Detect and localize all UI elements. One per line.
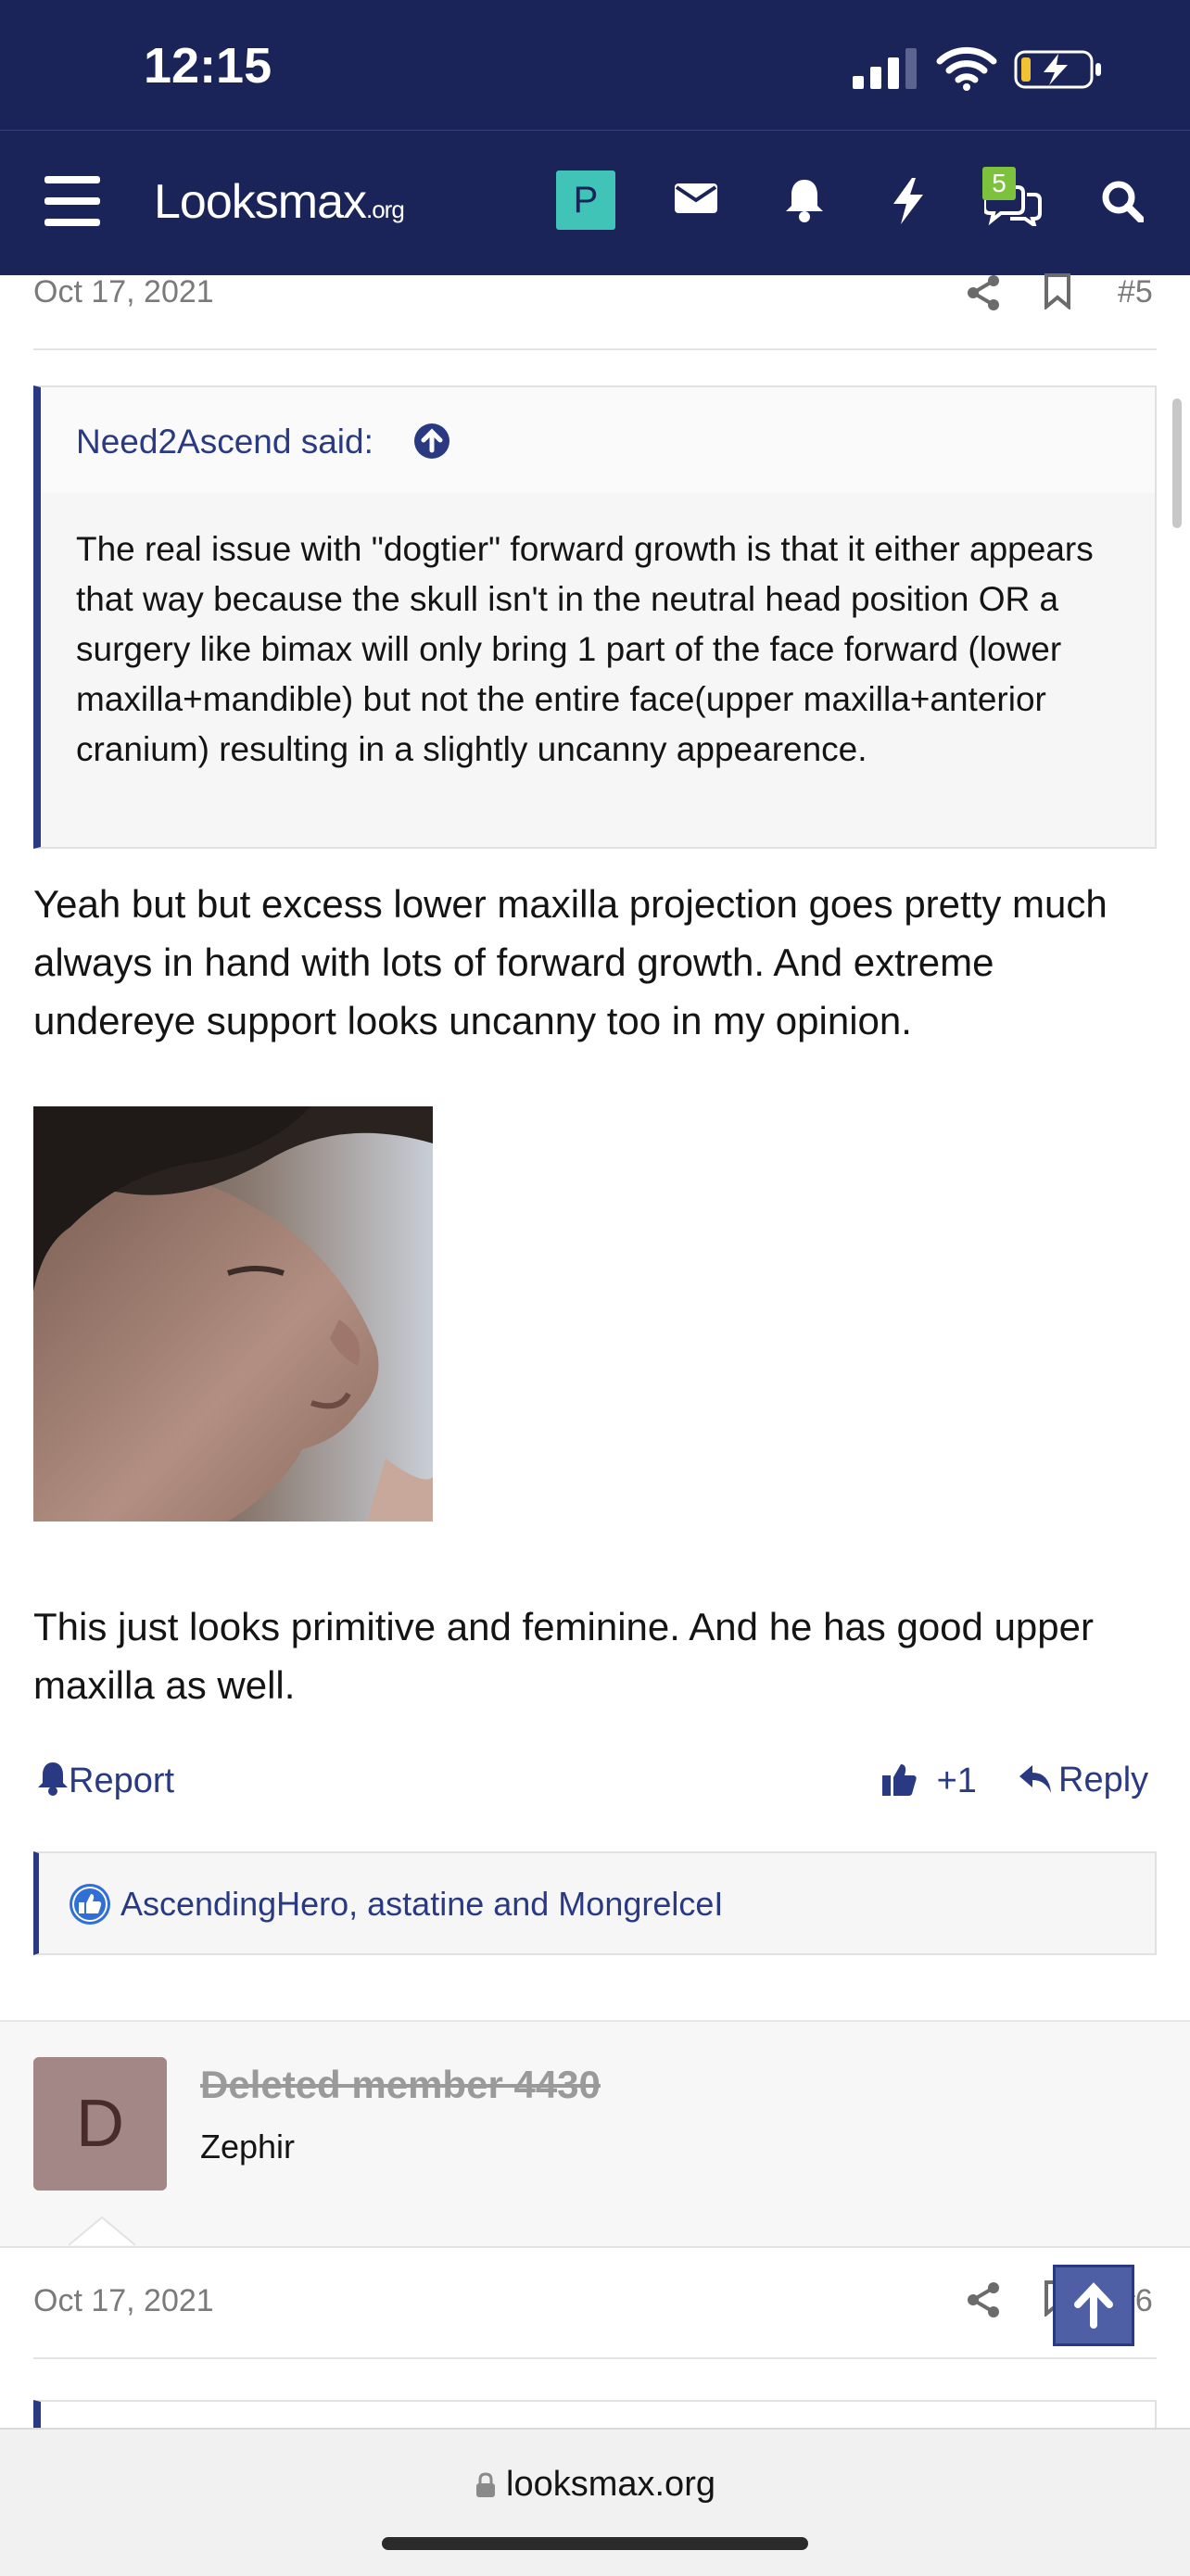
divider: [33, 2357, 1157, 2359]
member-name[interactable]: Deleted member 4430: [200, 2063, 601, 2107]
conversations-badge: 5: [982, 167, 1016, 200]
post-text-2: This just looks primitive and feminine. …: [33, 1605, 1094, 1707]
reactions-bar: AscendingHero, astatine and MongrelcеI: [33, 1851, 1157, 1955]
arrow-up-icon: [1074, 2282, 1113, 2329]
post-text: Yeah but but excess lower maxilla projec…: [33, 882, 1108, 1042]
user-avatar[interactable]: P: [556, 170, 615, 230]
report-button[interactable]: Report: [37, 1761, 174, 1801]
whats-new-icon[interactable]: [892, 178, 925, 224]
logo-text: Lᴏᴏksmax: [154, 175, 367, 229]
post-date[interactable]: Oct 17, 2021: [33, 2283, 214, 2319]
quote-header: Need2Ascend said:: [41, 387, 1155, 493]
member-title: Zephir: [200, 2128, 296, 2166]
attached-image[interactable]: [33, 1106, 433, 1522]
bell-icon[interactable]: [784, 178, 825, 222]
arrow-up-circle-icon[interactable]: [413, 423, 450, 460]
quote-block: Need2Ascend said: The real issue with "d…: [33, 385, 1157, 849]
post-number[interactable]: #5: [1118, 274, 1153, 310]
member-avatar[interactable]: D: [33, 2057, 167, 2191]
quote-author[interactable]: Need2Ascend said:: [76, 423, 373, 461]
reply-label: Reply: [1058, 1761, 1149, 1799]
wifi-icon: [936, 46, 997, 91]
url-display[interactable]: looksmax.org: [0, 2465, 1190, 2505]
like-reaction-icon: [70, 1884, 110, 1925]
thumbs-up-icon: [882, 1764, 917, 1796]
reactions-list[interactable]: AscendingHero, astatine and MongrelcеI: [120, 1885, 723, 1924]
lock-icon: [476, 2472, 495, 2497]
post-date[interactable]: Oct 17, 2021: [33, 274, 214, 310]
member-header: [0, 2020, 1190, 2248]
report-label: Report: [69, 1762, 175, 1800]
inbox-icon[interactable]: [675, 182, 717, 215]
bell-icon: [38, 1762, 68, 1796]
quote-text: The real issue with "dogtier" forward gr…: [76, 530, 1094, 768]
like-button[interactable]: +1: [880, 1761, 977, 1801]
cellular-signal-icon: [853, 48, 917, 89]
reply-button[interactable]: Reply: [1018, 1761, 1148, 1800]
status-time: 12:15: [144, 38, 272, 94]
share-icon[interactable]: [966, 274, 1001, 311]
reply-icon: [1019, 1765, 1051, 1793]
bookmark-icon[interactable]: [1044, 272, 1071, 309]
menu-icon[interactable]: [44, 176, 100, 226]
home-indicator: [382, 2537, 808, 2550]
share-icon[interactable]: [966, 2281, 1001, 2318]
scrollbar[interactable]: [1172, 398, 1182, 528]
logo-suffix: .org: [366, 196, 405, 223]
site-logo[interactable]: Lᴏᴏksmax.org: [154, 174, 405, 230]
battery-charging-icon: [1014, 50, 1101, 89]
next-quote-block: [33, 2400, 1157, 2428]
scroll-to-top-button[interactable]: [1053, 2265, 1134, 2346]
like-count: +1: [936, 1762, 977, 1800]
url-text: looksmax.org: [506, 2465, 715, 2504]
divider: [33, 348, 1157, 350]
search-icon[interactable]: [1101, 180, 1144, 222]
arrow-caret: [69, 2216, 135, 2246]
